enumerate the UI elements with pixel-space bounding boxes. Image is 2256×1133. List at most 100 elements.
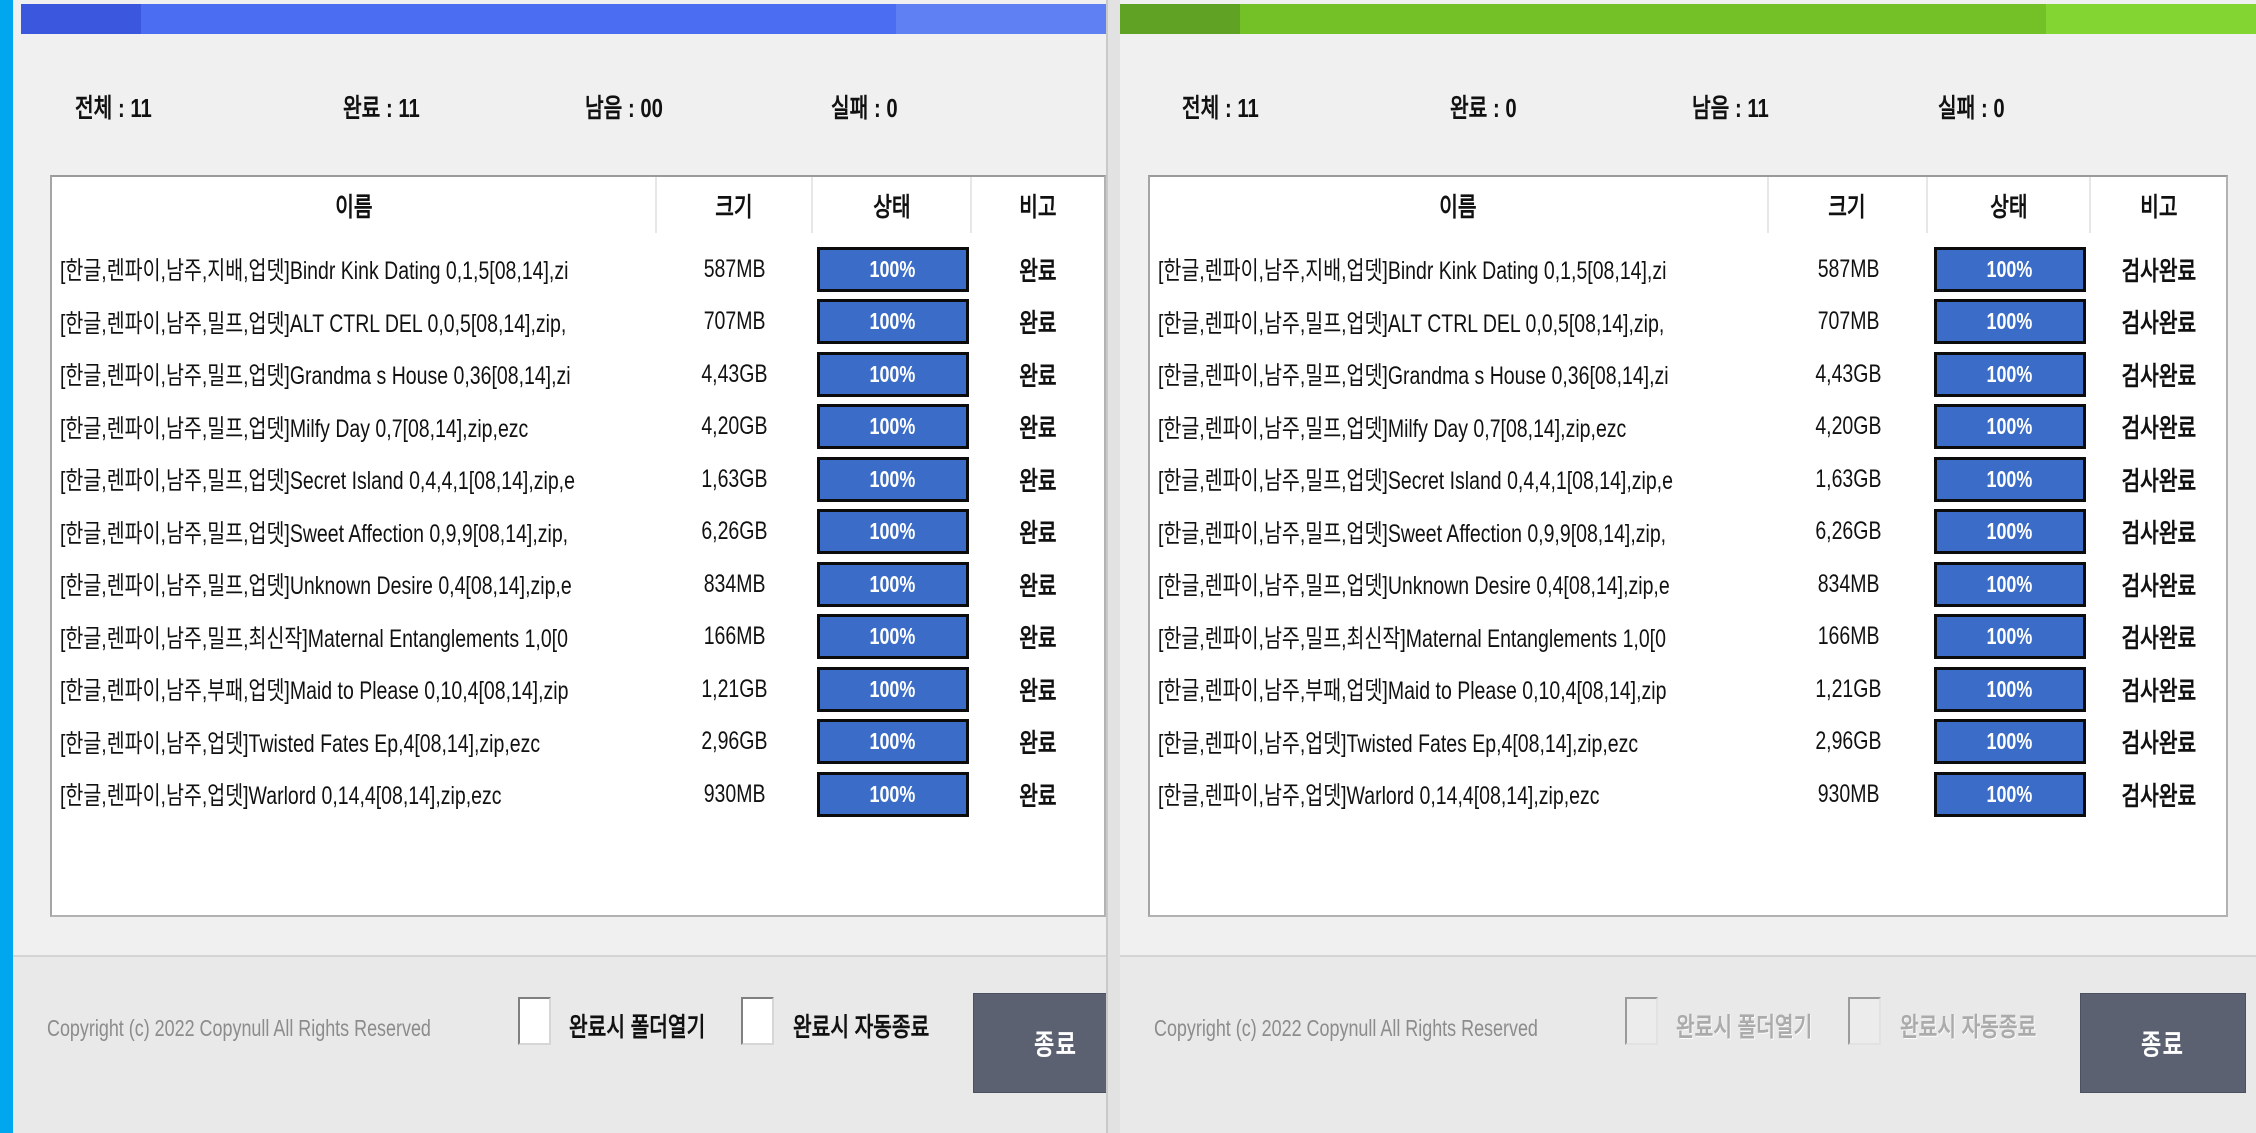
auto-close-label: 완료시 자동종료 xyxy=(1900,1007,2075,1044)
file-size: 6,26GB xyxy=(657,517,813,546)
file-size: 166MB xyxy=(1769,622,1928,651)
progress-bar: 100% xyxy=(1934,772,2086,817)
stat-failed: 실패 : 0 xyxy=(831,88,916,125)
progress-bar: 100% xyxy=(817,299,969,344)
stat-total: 전체 : 11 xyxy=(75,88,173,125)
file-name: [한글,렌파이,남주,밀프,업뎃]Milfy Day 0,7[08,14],zi… xyxy=(1150,409,1769,445)
table-row[interactable]: [한글,렌파이,남주,밀프,업뎃]ALT CTRL DEL 0,0,5[08,1… xyxy=(1150,296,2226,349)
close-button[interactable]: 종료 xyxy=(973,993,1108,1093)
table-body: [한글,렌파이,남주,지배,업뎃]Bindr Kink Dating 0,1,5… xyxy=(52,233,1104,821)
file-name: [한글,렌파이,남주,밀프,업뎃]Grandma s House 0,36[08… xyxy=(52,356,657,392)
table-row[interactable]: [한글,렌파이,남주,밀프,업뎃]Grandma s House 0,36[08… xyxy=(52,348,1104,401)
file-name: [한글,렌파이,남주,밀프,업뎃]Secret Island 0,4,4,1[0… xyxy=(1150,461,1769,497)
open-folder-checkbox[interactable] xyxy=(518,997,551,1045)
auto-close-checkbox[interactable] xyxy=(1848,997,1881,1045)
table-body: [한글,렌파이,남주,지배,업뎃]Bindr Kink Dating 0,1,5… xyxy=(1150,233,2226,821)
table-row[interactable]: [한글,렌파이,남주,부패,업뎃]Maid to Please 0,10,4[0… xyxy=(52,663,1104,716)
table-row[interactable]: [한글,렌파이,남주,밀프,업뎃]Sweet Affection 0,9,9[0… xyxy=(1150,506,2226,559)
file-status: 100% xyxy=(1928,719,2092,764)
progress-bar: 100% xyxy=(817,404,969,449)
file-name: [한글,렌파이,남주,밀프,업뎃]Sweet Affection 0,9,9[0… xyxy=(52,514,657,550)
column-header-remark[interactable]: 비고 xyxy=(972,177,1104,233)
file-name: [한글,렌파이,남주,밀프,업뎃]Sweet Affection 0,9,9[0… xyxy=(1150,514,1769,550)
file-remark: 검사완료 xyxy=(2091,776,2226,813)
table-row[interactable]: [한글,렌파이,남주,지배,업뎃]Bindr Kink Dating 0,1,5… xyxy=(52,243,1104,296)
table-row[interactable]: [한글,렌파이,남주,부패,업뎃]Maid to Please 0,10,4[0… xyxy=(1150,663,2226,716)
file-status: 100% xyxy=(813,614,973,659)
table-row[interactable]: [한글,렌파이,남주,밀프,최신작]Maternal Entanglements… xyxy=(52,611,1104,664)
titlebar-segment-main xyxy=(141,4,896,34)
file-size: 587MB xyxy=(657,255,813,284)
file-table: 이름 크기 상태 비고 [한글,렌파이,남주,지배,업뎃]Bindr Kink … xyxy=(1148,175,2228,917)
open-folder-checkbox[interactable] xyxy=(1625,997,1658,1045)
table-row[interactable]: [한글,렌파이,남주,밀프,업뎃]Secret Island 0,4,4,1[0… xyxy=(1150,453,2226,506)
file-status: 100% xyxy=(813,457,973,502)
auto-close-checkbox[interactable] xyxy=(741,997,774,1045)
file-size: 587MB xyxy=(1769,255,1928,284)
table-row[interactable]: [한글,렌파이,남주,밀프,업뎃]Secret Island 0,4,4,1[0… xyxy=(52,453,1104,506)
table-row[interactable]: [한글,렌파이,남주,밀프,업뎃]Milfy Day 0,7[08,14],zi… xyxy=(52,401,1104,454)
table-row[interactable]: [한글,렌파이,남주,밀프,업뎃]Unknown Desire 0,4[08,1… xyxy=(1150,558,2226,611)
column-header-remark[interactable]: 비고 xyxy=(2091,177,2226,233)
stat-remaining: 남음 : 11 xyxy=(1692,88,1790,125)
file-status: 100% xyxy=(813,299,973,344)
column-header-size[interactable]: 크기 xyxy=(1769,177,1928,233)
column-header-name[interactable]: 이름 xyxy=(52,177,657,233)
table-row[interactable]: [한글,렌파이,남주,업뎃]Warlord 0,14,4[08,14],zip,… xyxy=(1150,768,2226,821)
file-name: [한글,렌파이,남주,밀프,최신작]Maternal Entanglements… xyxy=(52,619,657,655)
file-remark: 검사완료 xyxy=(2091,671,2226,708)
file-name: [한글,렌파이,남주,지배,업뎃]Bindr Kink Dating 0,1,5… xyxy=(52,251,657,287)
table-row[interactable]: [한글,렌파이,남주,밀프,업뎃]ALT CTRL DEL 0,0,5[08,1… xyxy=(52,296,1104,349)
table-row[interactable]: [한글,렌파이,남주,밀프,업뎃]Grandma s House 0,36[08… xyxy=(1150,348,2226,401)
file-name: [한글,렌파이,남주,밀프,업뎃]Unknown Desire 0,4[08,1… xyxy=(1150,566,1769,602)
close-button[interactable]: 종료 xyxy=(2080,993,2246,1093)
table-row[interactable]: [한글,렌파이,남주,밀프,업뎃]Sweet Affection 0,9,9[0… xyxy=(52,506,1104,559)
table-row[interactable]: [한글,렌파이,남주,업뎃]Twisted Fates Ep,4[08,14],… xyxy=(1150,716,2226,769)
file-remark: 검사완료 xyxy=(2091,303,2226,340)
footer-bar: Copyright (c) 2022 Copynull All Rights R… xyxy=(13,955,1106,1133)
table-row[interactable]: [한글,렌파이,남주,밀프,업뎃]Milfy Day 0,7[08,14],zi… xyxy=(1150,401,2226,454)
file-name: [한글,렌파이,남주,밀프,업뎃]ALT CTRL DEL 0,0,5[08,1… xyxy=(52,304,657,340)
titlebar[interactable] xyxy=(1120,4,2256,34)
file-status: 100% xyxy=(813,772,973,817)
stat-completed: 완료 : 0 xyxy=(1450,88,1535,125)
file-remark: 검사완료 xyxy=(2091,251,2226,288)
column-header-name[interactable]: 이름 xyxy=(1150,177,1769,233)
titlebar-segment-dark xyxy=(21,4,141,34)
file-size: 707MB xyxy=(1769,307,1928,336)
titlebar[interactable] xyxy=(21,4,1106,34)
table-row[interactable]: [한글,렌파이,남주,밀프,업뎃]Unknown Desire 0,4[08,1… xyxy=(52,558,1104,611)
file-remark: 검사완료 xyxy=(2091,408,2226,445)
column-header-size[interactable]: 크기 xyxy=(657,177,813,233)
titlebar-segment-dark xyxy=(1120,4,1240,34)
table-row[interactable]: [한글,렌파이,남주,업뎃]Twisted Fates Ep,4[08,14],… xyxy=(52,716,1104,769)
file-remark: 완료 xyxy=(972,723,1104,760)
progress-bar: 100% xyxy=(1934,299,2086,344)
progress-bar: 100% xyxy=(817,562,969,607)
file-remark: 완료 xyxy=(972,618,1104,655)
progress-bar: 100% xyxy=(817,667,969,712)
file-remark: 완료 xyxy=(972,461,1104,498)
table-row[interactable]: [한글,렌파이,남주,지배,업뎃]Bindr Kink Dating 0,1,5… xyxy=(1150,243,2226,296)
file-status: 100% xyxy=(1928,299,2092,344)
column-header-status[interactable]: 상태 xyxy=(1928,177,2092,233)
table-header: 이름 크기 상태 비고 xyxy=(1150,177,2226,233)
file-remark: 완료 xyxy=(972,776,1104,813)
file-remark: 검사완료 xyxy=(2091,356,2226,393)
file-status: 100% xyxy=(1928,509,2092,554)
table-row[interactable]: [한글,렌파이,남주,업뎃]Warlord 0,14,4[08,14],zip,… xyxy=(52,768,1104,821)
file-remark: 완료 xyxy=(972,513,1104,550)
file-remark: 검사완료 xyxy=(2091,461,2226,498)
table-row[interactable]: [한글,렌파이,남주,밀프,최신작]Maternal Entanglements… xyxy=(1150,611,2226,664)
progress-bar: 100% xyxy=(817,719,969,764)
progress-bar: 100% xyxy=(1934,404,2086,449)
file-name: [한글,렌파이,남주,밀프,업뎃]Grandma s House 0,36[08… xyxy=(1150,356,1769,392)
download-window-right: 전체 : 11 완료 : 0 남음 : 11 실패 : 0 이름 크기 상태 비… xyxy=(1120,0,2256,1133)
file-remark: 완료 xyxy=(972,251,1104,288)
download-window-left: 전체 : 11 완료 : 11 남음 : 00 실패 : 0 이름 크기 상태 … xyxy=(13,0,1108,1133)
progress-bar: 100% xyxy=(1934,719,2086,764)
progress-bar: 100% xyxy=(1934,457,2086,502)
column-header-status[interactable]: 상태 xyxy=(813,177,973,233)
progress-bar: 100% xyxy=(1934,667,2086,712)
file-size: 2,96GB xyxy=(657,727,813,756)
